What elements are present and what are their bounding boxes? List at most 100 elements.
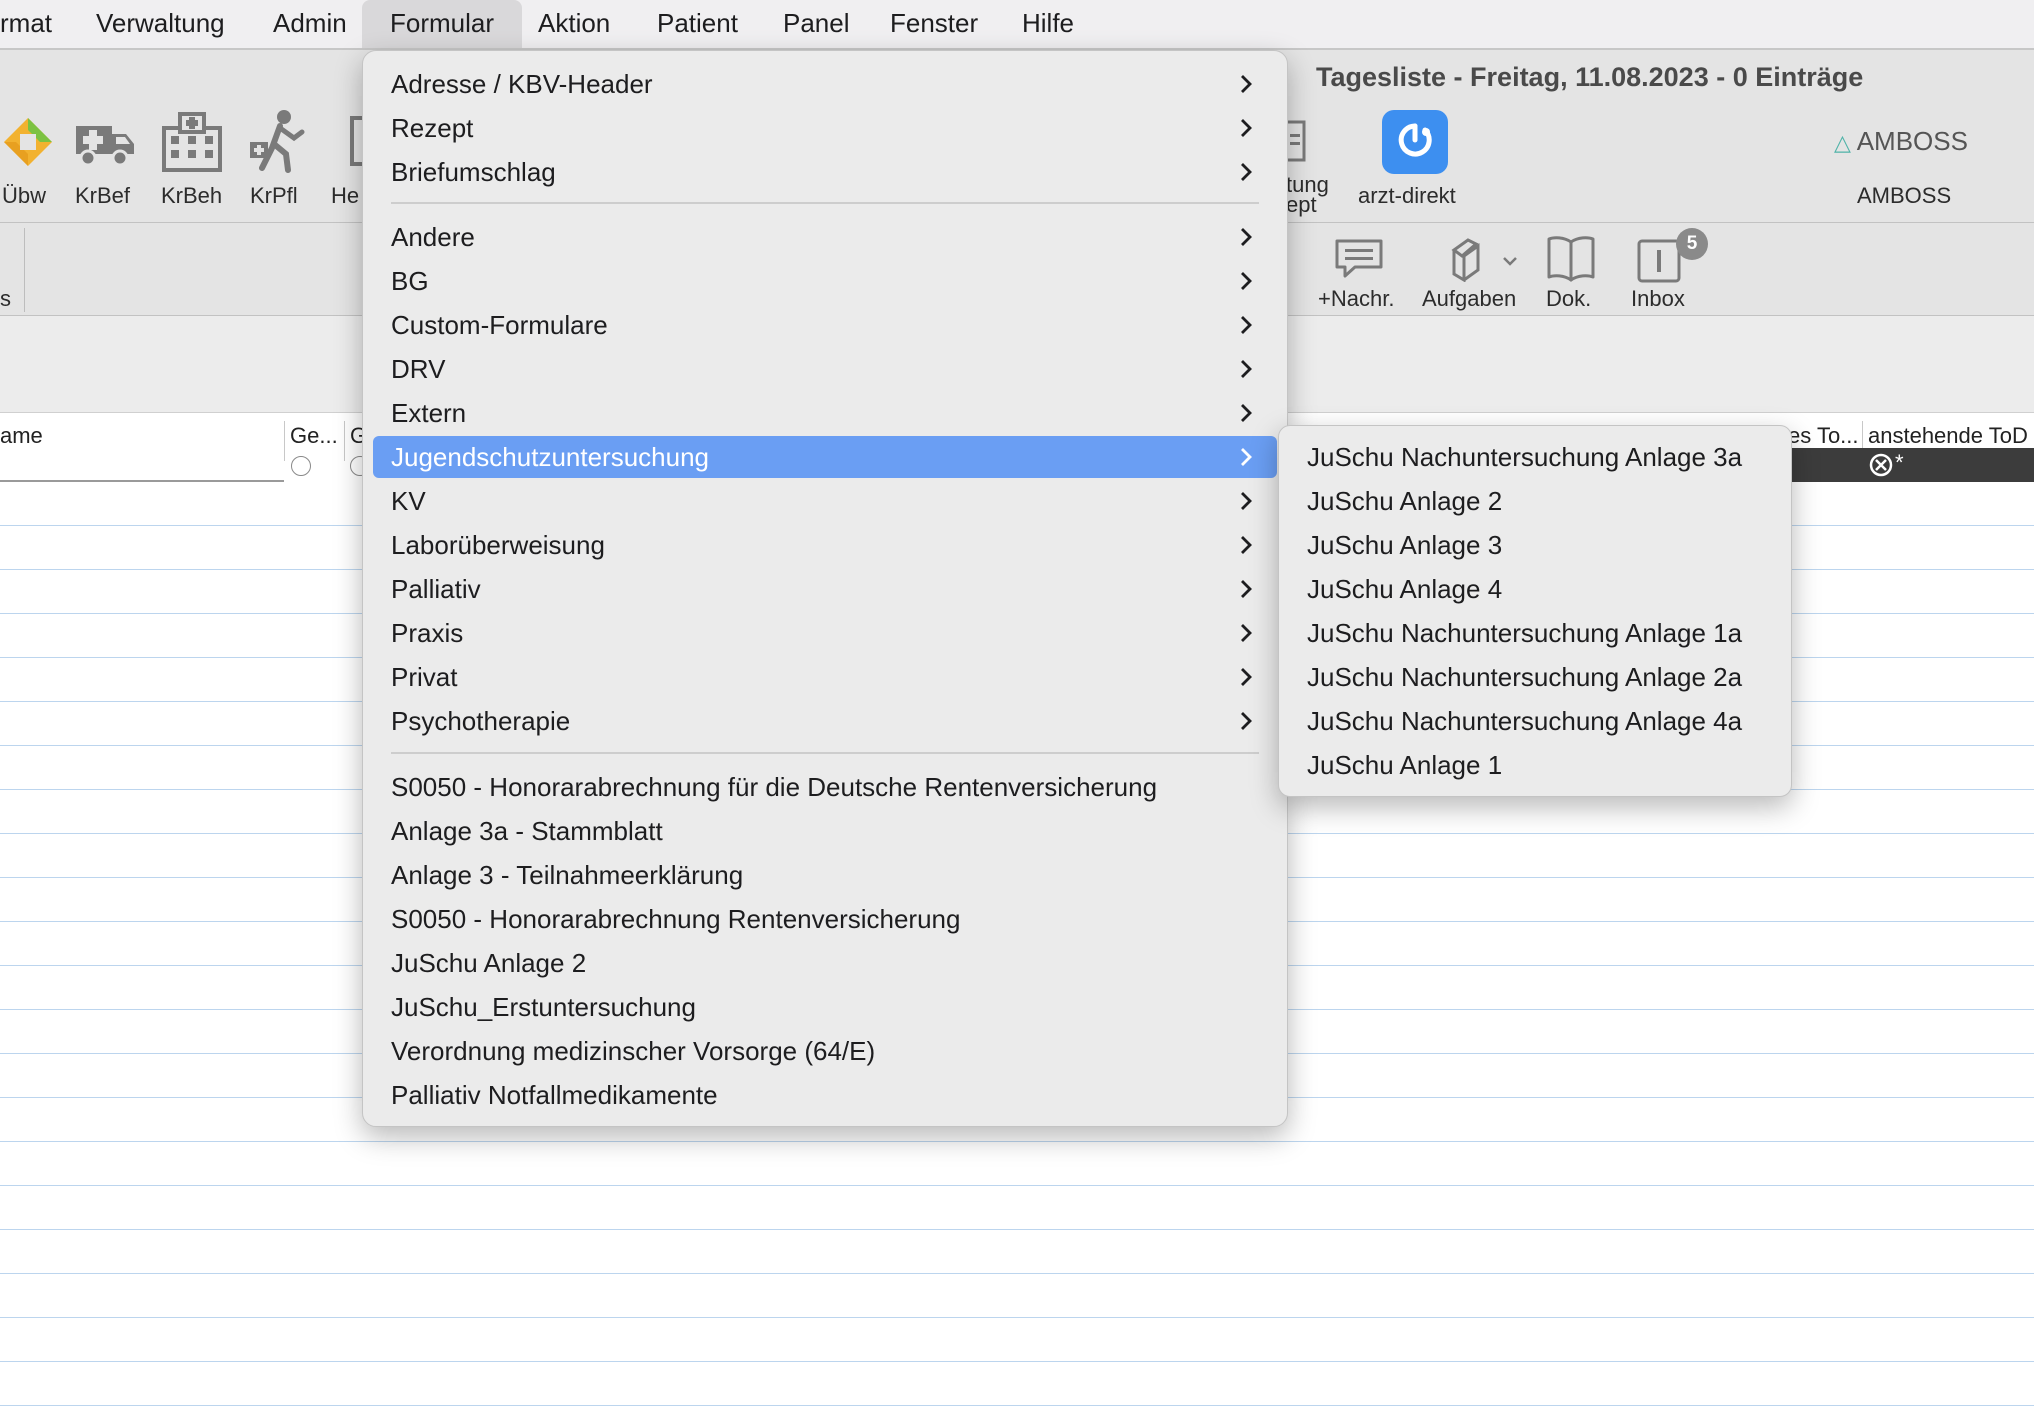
- menu-hilfe[interactable]: Hilfe: [1022, 0, 1074, 48]
- header-underline: [0, 480, 284, 482]
- overview-icon: [4, 118, 52, 166]
- ambulance-icon: [76, 126, 134, 167]
- menu-item-label: Andere: [391, 222, 475, 252]
- chevron-right-icon: [1241, 624, 1252, 642]
- menu-item-label: Praxis: [391, 618, 464, 648]
- table-row[interactable]: [0, 1361, 2034, 1362]
- toolbar-label-krpfl: KrPfl: [250, 183, 298, 208]
- toolbar-label-arzt-direkt: arzt-direkt: [1358, 183, 1456, 208]
- submenu-item-nachuntersuchung-1a[interactable]: JuSchu Nachuntersuchung Anlage 1a: [1291, 612, 1742, 654]
- table-row[interactable]: [0, 1405, 2034, 1406]
- menu-item-label: Anlage 3a - Stammblatt: [391, 816, 663, 846]
- menu-item-label: Psychotherapie: [391, 706, 571, 736]
- menu-item-label: KV: [391, 486, 426, 516]
- table-row[interactable]: [0, 1185, 2034, 1186]
- menu-item-kv[interactable]: KV: [373, 480, 1277, 522]
- menu-item-briefumschlag[interactable]: Briefumschlag: [373, 151, 1277, 193]
- menu-item-s0050-rv[interactable]: S0050 - Honorarabrechnung Rentenversiche…: [373, 898, 1277, 940]
- menu-aktion[interactable]: Aktion: [538, 0, 610, 48]
- chevron-right-icon: [1241, 536, 1252, 554]
- submenu-item-anlage-2[interactable]: JuSchu Anlage 2: [1291, 480, 1502, 522]
- jugendschutz-submenu: JuSchu Nachuntersuchung Anlage 3a JuSchu…: [1278, 425, 1792, 797]
- menu-item-verordnung-vorsorge[interactable]: Verordnung medizinscher Vorsorge (64/E): [373, 1030, 1277, 1072]
- menu-item-label: JuSchu_Erstuntersuchung: [391, 992, 696, 1022]
- amboss-logo: △ AMBOSS: [1834, 126, 1968, 157]
- column-separator: [284, 421, 285, 461]
- menu-item-label: S0050 - Honorarabrechnung für die Deutsc…: [391, 772, 1158, 802]
- submenu-item-anlage-3[interactable]: JuSchu Anlage 3: [1291, 524, 1502, 566]
- menu-item-label: DRV: [391, 354, 446, 384]
- menu-item-label: JuSchu Anlage 2: [391, 948, 587, 978]
- menu-item-label: Verordnung medizinscher Vorsorge (64/E): [391, 1036, 876, 1066]
- menu-item-anlage-3a[interactable]: Anlage 3a - Stammblatt: [373, 810, 1277, 852]
- chevron-right-icon: [1241, 492, 1252, 510]
- menu-item-laborueberweisung[interactable]: Laborüberweisung: [373, 524, 1277, 566]
- menu-item-rezept[interactable]: Rezept: [373, 107, 1277, 149]
- column-separator: [344, 421, 345, 461]
- chevron-right-icon: [1241, 580, 1252, 598]
- submenu-item-nachuntersuchung-2a[interactable]: JuSchu Nachuntersuchung Anlage 2a: [1291, 656, 1742, 698]
- submenu-item-nachuntersuchung-4a[interactable]: JuSchu Nachuntersuchung Anlage 4a: [1291, 700, 1742, 742]
- menu-separator: [391, 752, 1259, 754]
- window-title: Tagesliste - Freitag, 11.08.2023 - 0 Ein…: [1316, 62, 1864, 92]
- chevron-right-icon: [1241, 272, 1252, 290]
- clear-filter-icon[interactable]: [1869, 453, 1893, 477]
- toolbar-label-krbeh: KrBeh: [161, 183, 223, 208]
- menu-item-custom-formulare[interactable]: Custom-Formulare: [373, 304, 1277, 346]
- menu-item-label: Briefumschlag: [391, 157, 556, 187]
- walking-patient-icon: [250, 110, 305, 173]
- table-row[interactable]: [0, 1317, 2034, 1318]
- column-header-name[interactable]: ame: [0, 423, 43, 449]
- menu-format[interactable]: rmat: [0, 0, 52, 48]
- amboss-logo-text: AMBOSS: [1856, 126, 1968, 156]
- menu-item-anlage-3[interactable]: Anlage 3 - Teilnahmeerklärung: [373, 854, 1277, 896]
- column-header-geschlecht[interactable]: Ge...: [290, 423, 338, 449]
- menu-panel[interactable]: Panel: [783, 0, 850, 48]
- menu-item-label: Palliativ: [391, 574, 481, 604]
- menu-item-palliativ[interactable]: Palliativ: [373, 568, 1277, 610]
- filter-radio-1[interactable]: [291, 456, 311, 476]
- chevron-right-icon: [1241, 448, 1252, 466]
- menu-admin[interactable]: Admin: [273, 0, 347, 48]
- menu-item-adresse[interactable]: Adresse / KBV-Header: [373, 63, 1277, 105]
- menu-item-psychotherapie[interactable]: Psychotherapie: [373, 700, 1277, 742]
- menu-item-bg[interactable]: BG: [373, 260, 1277, 302]
- menu-item-label: Custom-Formulare: [391, 310, 608, 340]
- menu-item-label: Extern: [391, 398, 467, 428]
- submenu-item-nachuntersuchung-3a[interactable]: JuSchu Nachuntersuchung Anlage 3a: [1291, 436, 1742, 478]
- menu-item-extern[interactable]: Extern: [373, 392, 1277, 434]
- table-row[interactable]: [0, 1141, 2034, 1142]
- menu-bar: rmat Verwaltung Admin Formular Aktion Pa…: [0, 0, 2034, 50]
- menu-item-jugendschutzuntersuchung[interactable]: Jugendschutzuntersuchung: [373, 436, 1277, 478]
- menu-item-drv[interactable]: DRV: [373, 348, 1277, 390]
- menu-patient[interactable]: Patient: [657, 0, 738, 48]
- menu-item-label: Adresse / KBV-Header: [391, 69, 653, 99]
- inbox-count-badge: 5: [1676, 228, 1708, 260]
- menu-item-andere[interactable]: Andere: [373, 216, 1277, 258]
- menu-item-juschu-erstuntersuchung[interactable]: JuSchu_Erstuntersuchung: [373, 986, 1277, 1028]
- menu-item-privat[interactable]: Privat: [373, 656, 1277, 698]
- table-row[interactable]: [0, 1273, 2034, 1274]
- table-row[interactable]: [0, 1229, 2034, 1230]
- menu-fenster[interactable]: Fenster: [890, 0, 978, 48]
- todo-filter-cell[interactable]: *: [1785, 448, 2034, 482]
- column-header-todo-count[interactable]: es To...: [1788, 423, 1859, 449]
- menu-verwaltung[interactable]: Verwaltung: [96, 0, 225, 48]
- submenu-item-anlage-1[interactable]: JuSchu Anlage 1: [1291, 744, 1502, 786]
- column-header-pending-todo[interactable]: anstehende ToD: [1868, 423, 2028, 449]
- hospital-icon: [162, 112, 222, 172]
- toolbar-label-left-cut: s: [0, 286, 11, 311]
- toolbar-label-uebw: Übw: [2, 183, 47, 208]
- toolbar-divider: [24, 228, 25, 312]
- menu-formular[interactable]: Formular: [362, 0, 523, 48]
- menu-separator: [391, 202, 1259, 204]
- menu-item-label: Jugendschutzuntersuchung: [391, 442, 710, 472]
- chevron-right-icon: [1241, 404, 1252, 422]
- menu-item-s0050-drv[interactable]: S0050 - Honorarabrechnung für die Deutsc…: [373, 766, 1277, 808]
- menu-item-juschu-anlage-2[interactable]: JuSchu Anlage 2: [373, 942, 1277, 984]
- menu-item-palliativ-notfallmedikamente[interactable]: Palliativ Notfallmedikamente: [373, 1074, 1277, 1116]
- message-icon: [1335, 239, 1383, 278]
- menu-item-label: Palliativ Notfallmedikamente: [391, 1080, 718, 1110]
- menu-item-praxis[interactable]: Praxis: [373, 612, 1277, 654]
- submenu-item-anlage-4[interactable]: JuSchu Anlage 4: [1291, 568, 1502, 610]
